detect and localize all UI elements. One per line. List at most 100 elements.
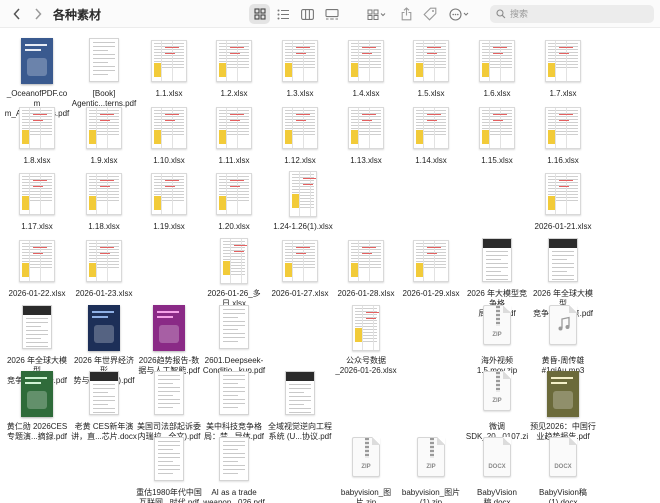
file-name: 1.7.xlsx	[549, 89, 577, 98]
file-name: 2026-01-23.xlsx	[75, 289, 133, 298]
file-item[interactable]: 2026-01-27.xlsx	[267, 238, 333, 299]
file-thumbnail	[411, 238, 451, 286]
tag-button[interactable]	[422, 4, 438, 24]
file-name: 公众号数据 _2026-01-26.xlsx	[335, 356, 397, 375]
file-thumbnail	[149, 105, 189, 153]
file-name: 1.15.xlsx	[481, 156, 513, 165]
file-item[interactable]: 美国司法部起诉委 内瑞拉...全文).pdf	[136, 371, 202, 442]
file-item[interactable]: 2026-01-26_多 日.xlsx	[201, 238, 267, 309]
file-name: AI as a trade weapon...026.pdf	[203, 488, 265, 503]
file-item[interactable]: 1.8.xlsx	[4, 105, 70, 166]
group-by-button[interactable]	[366, 4, 388, 24]
file-item[interactable]: 1.13.xlsx	[333, 105, 399, 166]
file-thumbnail	[214, 105, 254, 153]
file-item[interactable]: ZIP babyvision_图 片.zip	[333, 437, 399, 503]
file-item[interactable]: 1.4.xlsx	[333, 38, 399, 99]
file-thumbnail	[214, 437, 254, 485]
file-item[interactable]: 2026-01-28.xlsx	[333, 238, 399, 299]
file-item[interactable]: 2026-01-21.xlsx	[530, 171, 596, 232]
file-name: 1.5.xlsx	[417, 89, 445, 98]
forward-button[interactable]	[31, 4, 45, 24]
file-name: 2026-01-28.xlsx	[337, 289, 395, 298]
file-item[interactable]: 美中科技竞争格 局：禁...导体.pdf	[201, 371, 267, 442]
file-item[interactable]: 1.14.xlsx	[398, 105, 464, 166]
file-item[interactable]: DOCX BabyVision稿 (1).docx	[530, 437, 596, 503]
file-item[interactable]: 黄昏-周传雄 #1qiAu.mp3	[530, 305, 596, 376]
file-item[interactable]: 老黄 CES新年演 讲，直...芯片.docx	[71, 371, 137, 442]
icon-view-button[interactable]	[251, 4, 268, 24]
column-view-button[interactable]	[299, 4, 316, 24]
search-field[interactable]	[490, 5, 654, 23]
file-item[interactable]: 全域视觉逆向工程 系统 (U...协议.pdf	[267, 371, 333, 442]
list-view-button[interactable]	[275, 4, 292, 24]
file-item[interactable]: 预见2026：中国行 业趋势报告.pdf	[530, 371, 596, 442]
file-item[interactable]: 1.2.xlsx	[201, 38, 267, 99]
file-thumbnail	[149, 305, 189, 353]
file-name: 重估1980年代中国 互联网...时代.pdf	[136, 488, 202, 503]
file-thumbnail	[346, 38, 386, 86]
file-name: 1.6.xlsx	[483, 89, 511, 98]
share-button[interactable]	[398, 4, 414, 24]
file-name: 1.9.xlsx	[90, 156, 118, 165]
more-actions-button[interactable]	[448, 4, 472, 24]
file-item[interactable]: ZIP海外视频 1.5.mov.zip	[464, 305, 530, 376]
file-item[interactable]: 1.15.xlsx	[464, 105, 530, 166]
file-thumbnail	[477, 238, 517, 286]
file-item[interactable]: 1.1.xlsx	[136, 38, 202, 99]
file-name: 老黄 CES新年演 讲，直...芯片.docx	[71, 422, 137, 441]
file-thumbnail	[280, 105, 320, 153]
file-item[interactable]: DOCX BabyVision 稿.docx	[464, 437, 530, 503]
file-thumbnail	[149, 371, 189, 419]
file-item[interactable]: [Book] Agentic...terns.pdf	[71, 38, 137, 109]
file-thumbnail	[543, 38, 583, 86]
file-item[interactable]: 1.17.xlsx	[4, 171, 70, 232]
file-item[interactable]: 1.16.xlsx	[530, 105, 596, 166]
file-item[interactable]: 2601.Deepseek- Conditio...kup.pdf	[201, 305, 267, 376]
file-item[interactable]: 1.9.xlsx	[71, 105, 137, 166]
file-thumbnail	[214, 238, 254, 286]
file-item[interactable]: 重估1980年代中国 互联网...时代.pdf	[136, 437, 202, 503]
file-name: babyvision_图片 (1).zip	[401, 488, 461, 503]
file-thumbnail	[280, 371, 320, 419]
file-item[interactable]: 1.7.xlsx	[530, 38, 596, 99]
file-thumbnail: DOCX	[477, 437, 517, 485]
file-item[interactable]: 1.6.xlsx	[464, 38, 530, 99]
gallery-view-button[interactable]	[323, 4, 340, 24]
file-thumbnail	[411, 38, 451, 86]
file-thumbnail: ZIP	[346, 437, 386, 485]
share-icon	[401, 7, 411, 21]
file-item[interactable]: 2026-01-29.xlsx	[398, 238, 464, 299]
file-item[interactable]: 1.12.xlsx	[267, 105, 333, 166]
file-thumbnail	[280, 238, 320, 286]
file-item[interactable]: 2026趋势报告-数 据与人工智能.pdf	[136, 305, 202, 376]
file-item[interactable]: 黄仁勋 2026CES 专题演...摘録.pdf	[4, 371, 70, 442]
file-item[interactable]: 1.20.xlsx	[201, 171, 267, 232]
back-button[interactable]	[10, 4, 24, 24]
file-thumbnail	[17, 238, 57, 286]
file-item[interactable]: 2026-01-22.xlsx	[4, 238, 70, 299]
file-item[interactable]: AI as a trade weapon...026.pdf	[201, 437, 267, 503]
file-item[interactable]: 1.24-1.26(1).xlsx	[267, 171, 339, 232]
search-input[interactable]	[510, 9, 640, 19]
file-name: BabyVision 稿.docx	[477, 488, 517, 503]
file-item[interactable]: 1.11.xlsx	[201, 105, 267, 166]
file-thumbnail	[477, 38, 517, 86]
file-name: 1.20.xlsx	[218, 222, 250, 231]
file-item[interactable]: 1.18.xlsx	[71, 171, 137, 232]
file-item[interactable]: ZIP babyvision_图片 (1).zip	[398, 437, 464, 503]
file-item[interactable]: 1.19.xlsx	[136, 171, 202, 232]
file-item[interactable]: 公众号数据 _2026-01-26.xlsx	[333, 305, 399, 376]
file-name: 1.16.xlsx	[547, 156, 579, 165]
file-name: 2026-01-22.xlsx	[8, 289, 66, 298]
file-name: 1.12.xlsx	[284, 156, 316, 165]
file-thumbnail	[214, 171, 254, 219]
file-thumbnail: ZIP	[477, 371, 517, 419]
file-name: 2026-01-21.xlsx	[534, 222, 592, 231]
file-item[interactable]: 1.5.xlsx	[398, 38, 464, 99]
file-item[interactable]: 1.10.xlsx	[136, 105, 202, 166]
file-name: 1.18.xlsx	[88, 222, 120, 231]
file-thumbnail	[84, 38, 124, 86]
file-item[interactable]: 2026-01-23.xlsx	[71, 238, 137, 299]
file-item[interactable]: 1.3.xlsx	[267, 38, 333, 99]
file-thumbnail	[17, 171, 57, 219]
